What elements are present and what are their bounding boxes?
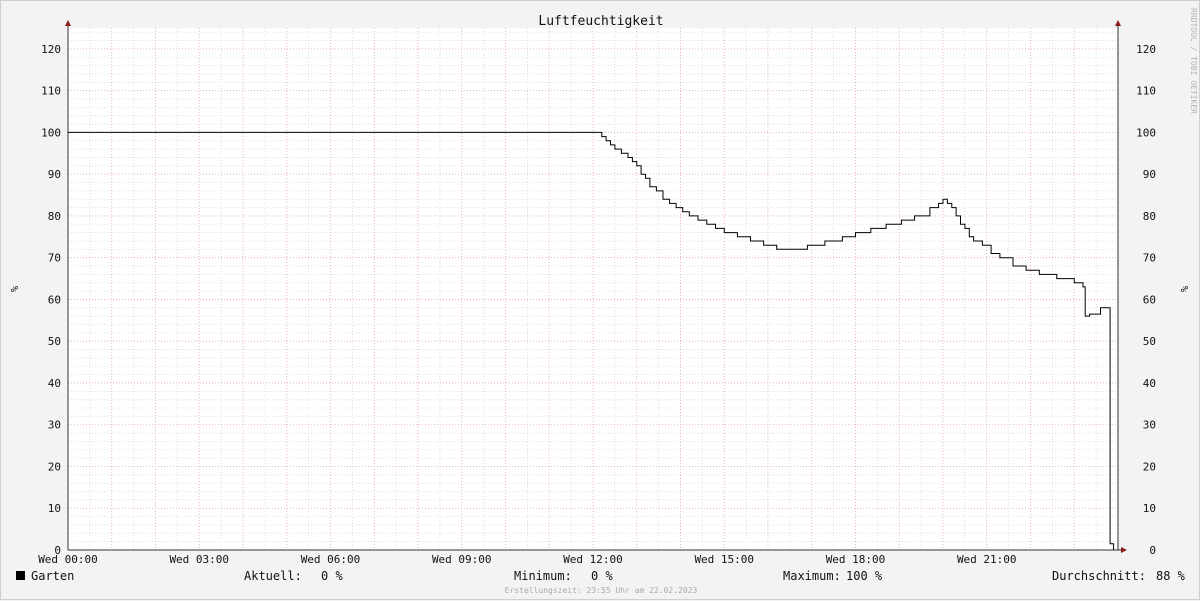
legend-stat-label: Durchschnitt: [1052,569,1146,583]
y-tick-label-right: 60 [1143,293,1156,306]
watermark-text: RRDTOOL / TOBI OETIKER [1189,8,1198,114]
y-tick-label-left: 50 [48,335,61,348]
y-tick-label-left: 10 [48,502,61,515]
x-tick-label: Wed 21:00 [957,553,1017,566]
y-tick-label-right: 50 [1143,335,1156,348]
y-tick-label-left: 120 [41,43,61,56]
y-axis-arrow-left [65,20,71,26]
y-axis-label-left: % [8,286,19,292]
legend-stat-value: 0 % [591,569,613,583]
chart-frame: 0 0 10 10 20 20 30 30 40 40 50 50 60 60 70 70 80 80 90 90 10… [0,0,1200,600]
legend-stat-label: Aktuell: [244,569,302,583]
y-tick-label-left: 110 [41,85,61,98]
x-tick-label: Wed 18:00 [826,553,886,566]
legend-stat-value: 100 % [846,569,883,583]
y-tick-label-right: 80 [1143,210,1156,223]
footer-timestamp: Erstellungszeit: 23:55 Uhr am 22.02.2023 [505,586,698,595]
y-tick-label-left: 60 [48,293,61,306]
legend-stat-value: 0 % [321,569,343,583]
y-tick-label-left: 100 [41,126,61,139]
chart-title: Luftfeuchtigkeit [538,14,663,29]
y-tick-label-left: 70 [48,252,61,265]
y-tick-label-right: 90 [1143,168,1156,181]
x-axis-arrow [1121,547,1127,553]
y-tick-label-right: 0 [1149,544,1156,557]
legend-stat-label: Maximum: [783,569,841,583]
y-tick-label-left: 80 [48,210,61,223]
legend-series-name: Garten [31,569,74,583]
x-tick-label: Wed 09:00 [432,553,492,566]
chart: 0 010 1020 2030 3040 4050 5060 6070 7080 8090 9010… [8,8,1198,595]
x-tick-label: Wed 12:00 [563,553,623,566]
y-tick-label-right: 70 [1143,252,1156,265]
x-tick-label: Wed 15:00 [694,553,754,566]
y-axis-arrow-right [1115,20,1121,26]
legend-stat-value: 88 % [1156,569,1186,583]
y-tick-label-right: 120 [1136,43,1156,56]
y-tick-label-left: 40 [48,377,61,390]
legend-stat-label: Minimum: [514,569,572,583]
x-tick-label: Wed 03:00 [169,553,229,566]
y-tick-label-right: 110 [1136,85,1156,98]
y-tick-label-right: 20 [1143,460,1156,473]
y-tick-label-right: 10 [1143,502,1156,515]
y-tick-label-left: 30 [48,419,61,432]
y-axis-label-right: % [1178,286,1189,292]
y-tick-label-left: 90 [48,168,61,181]
y-tick-label-right: 30 [1143,419,1156,432]
legend-swatch [16,571,25,580]
y-tick-label-right: 100 [1136,126,1156,139]
x-tick-label: Wed 06:00 [301,553,361,566]
y-tick-label-right: 40 [1143,377,1156,390]
y-tick-label-left: 20 [48,460,61,473]
x-tick-label: Wed 00:00 [38,553,98,566]
